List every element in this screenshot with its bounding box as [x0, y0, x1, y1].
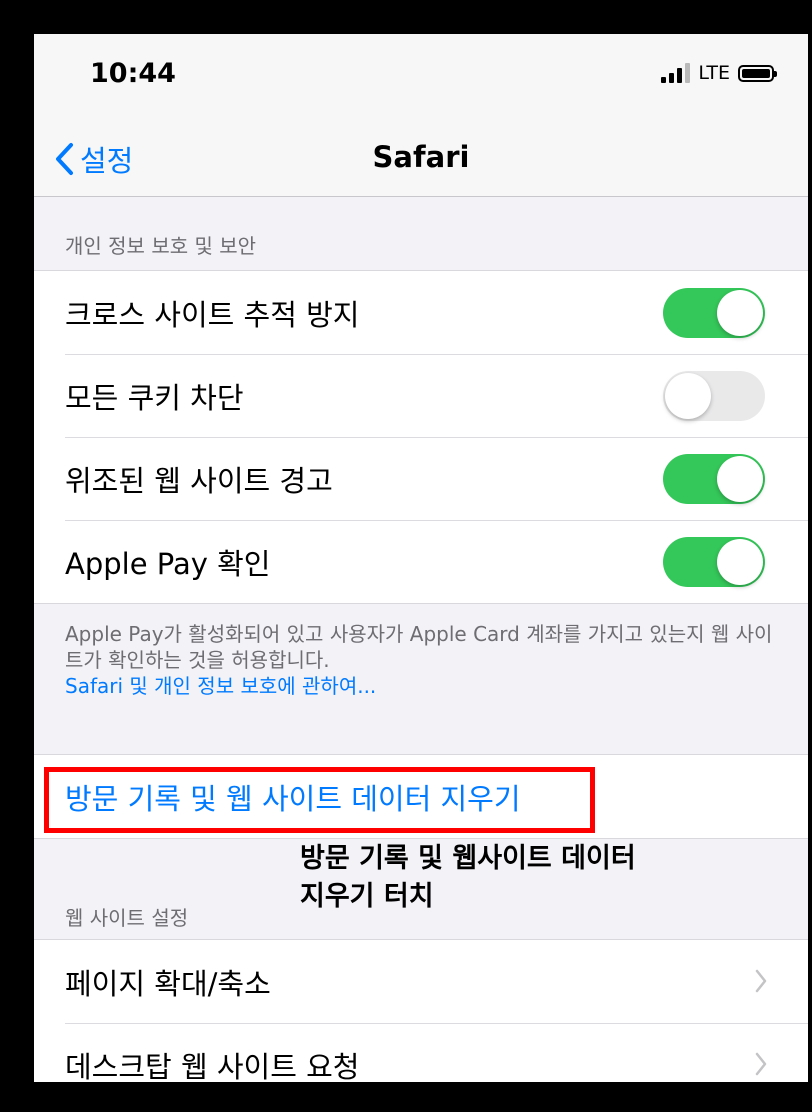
privacy-section-footer: Apple Pay가 활성화되어 있고 사용자가 Apple Card 계좌를 … — [65, 621, 775, 699]
status-bar: 10:44 LTE — [34, 34, 808, 120]
section-header-website-settings: 웹 사이트 설정 — [65, 906, 189, 930]
cross-site-tracking-toggle[interactable] — [663, 288, 765, 338]
setting-label: 데스크탑 웹 사이트 요청 — [65, 1049, 360, 1083]
status-time: 10:44 — [90, 58, 176, 89]
setting-label: 페이지 확대/축소 — [65, 966, 271, 1001]
setting-label: 크로스 사이트 추적 방지 — [65, 297, 360, 332]
setting-row-fraudulent-website-warning[interactable]: 위조된 웹 사이트 경고 — [34, 437, 808, 520]
setting-label: 위조된 웹 사이트 경고 — [65, 463, 333, 498]
status-indicators: LTE — [661, 62, 777, 84]
annotation-line-2: 지우기 터치 — [300, 881, 434, 912]
apple-pay-check-toggle[interactable] — [663, 537, 765, 587]
fraudulent-website-warning-toggle[interactable] — [663, 454, 765, 504]
chevron-right-icon — [755, 1052, 767, 1076]
footer-description: Apple Pay가 활성화되어 있고 사용자가 Apple Card 계좌를 … — [65, 622, 773, 672]
website-settings-group: 페이지 확대/축소 데스크탑 웹 사이트 요청 — [34, 939, 808, 1082]
network-type: LTE — [698, 62, 730, 84]
setting-row-apple-pay-check[interactable]: Apple Pay 확인 — [34, 520, 808, 603]
iphone-screen: 10:44 LTE 설정 Safari 개인 정보 보호 및 보안 크로스 사이… — [34, 34, 808, 1082]
page-title: Safari — [372, 140, 470, 174]
block-all-cookies-toggle[interactable] — [663, 371, 765, 421]
setting-row-block-all-cookies[interactable]: 모든 쿠키 차단 — [34, 354, 808, 437]
setting-row-page-zoom[interactable]: 페이지 확대/축소 — [34, 940, 808, 1023]
instruction-annotation: 방문 기록 및 웹사이트 데이터 지우기 터치 — [300, 840, 636, 916]
navigation-bar: 설정 Safari — [34, 120, 808, 197]
annotation-line-1: 방문 기록 및 웹사이트 데이터 — [300, 843, 636, 874]
setting-row-request-desktop-website[interactable]: 데스크탑 웹 사이트 요청 — [34, 1023, 808, 1082]
section-header-privacy: 개인 정보 보호 및 보안 — [65, 234, 257, 258]
about-safari-privacy-link[interactable]: Safari 및 개인 정보 보호에 관하여... — [65, 673, 775, 699]
setting-label: Apple Pay 확인 — [65, 546, 271, 581]
setting-label: 모든 쿠키 차단 — [65, 380, 244, 415]
chevron-right-icon — [755, 969, 767, 993]
signal-strength-icon — [661, 63, 691, 83]
battery-icon — [738, 64, 777, 82]
setting-row-cross-site-tracking[interactable]: 크로스 사이트 추적 방지 — [34, 271, 808, 354]
privacy-settings-group: 크로스 사이트 추적 방지 모든 쿠키 차단 위조된 웹 사이트 경고 Appl… — [34, 270, 808, 604]
highlight-box — [44, 767, 595, 833]
